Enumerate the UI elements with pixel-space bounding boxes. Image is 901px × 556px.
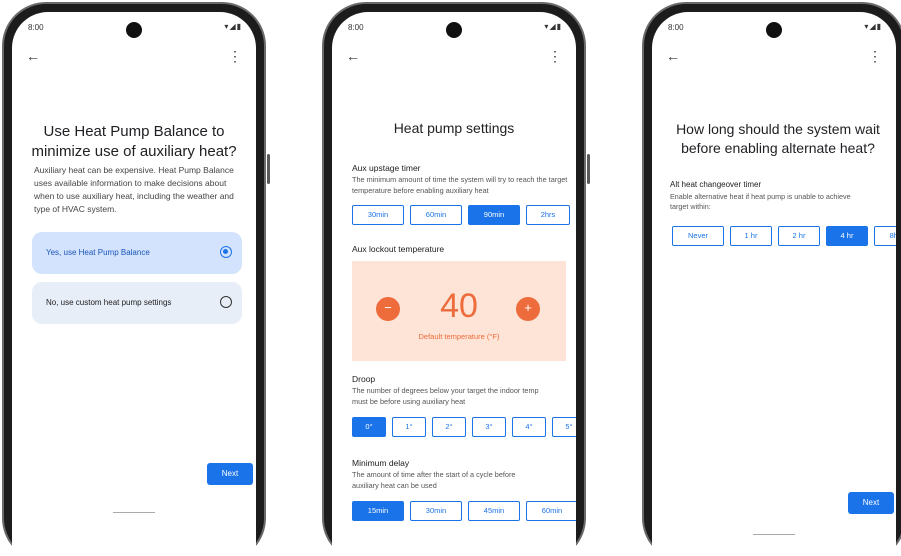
chip-60min[interactable]: 60min — [526, 501, 576, 521]
phone-side-button — [587, 154, 590, 184]
plus-button[interactable]: + — [516, 297, 540, 321]
page-title: Heat pump settings — [393, 120, 515, 136]
min-delay-label: Minimum delay — [352, 458, 410, 468]
option-label: No, use custom heat pump settings — [46, 298, 172, 307]
more-vert-icon[interactable]: ⋮ — [548, 48, 562, 65]
chip-2hrs[interactable]: 2hrs — [526, 205, 570, 225]
aux-upstage-label: Aux upstage timer — [352, 163, 421, 173]
phone-frame-2: 8:00 ▾◢▮ ← ⋮ Heat pump settings Aux upst… — [322, 2, 590, 556]
radio-selected-icon[interactable] — [220, 246, 232, 258]
status-bar: 8:00 ▾◢▮ — [12, 12, 256, 38]
next-button[interactable]: Next — [848, 492, 894, 514]
option-use-heat-pump-balance[interactable]: Yes, use Heat Pump Balance — [32, 232, 242, 274]
chip-3-degrees[interactable]: 3° — [472, 417, 506, 437]
aux-lockout-label: Aux lockout temperature — [352, 244, 445, 254]
chip-1-degree[interactable]: 1° — [392, 417, 426, 437]
status-bar: 8:00 ▾◢▮ — [652, 12, 896, 38]
chip-4-degrees[interactable]: 4° — [512, 417, 546, 437]
stage: 8:00 ▾◢▮ ← ⋮ Use Heat Pump Balance to mi… — [0, 0, 901, 556]
screen-heat-pump-balance: 8:00 ▾◢▮ ← ⋮ Use Heat Pump Balance to mi… — [12, 12, 256, 556]
status-icons: ▾◢▮ — [544, 22, 562, 31]
chip-45min[interactable]: 45min — [468, 501, 520, 521]
status-bar: 8:00 ▾◢▮ — [332, 12, 576, 38]
option-label: Yes, use Heat Pump Balance — [46, 248, 150, 257]
chip-60min[interactable]: 60min — [410, 205, 462, 225]
chip-8hr[interactable]: 8hr — [874, 226, 896, 246]
min-delay-description: The amount of time after the start of a … — [352, 470, 516, 490]
screen-alternate-heat-wait: 8:00 ▾◢▮ ← ⋮ How long should the system … — [652, 12, 896, 556]
min-delay-chips: 15min 30min 45min 60min — [352, 501, 576, 521]
temperature-caption: Default temperature (°F) — [418, 332, 500, 341]
chip-90min[interactable]: 90min — [468, 205, 520, 225]
status-time: 8:00 — [668, 23, 684, 32]
page-title: How long should the system wait before e… — [676, 121, 880, 156]
aux-upstage-description: The minimum amount of time the system wi… — [352, 175, 568, 195]
chip-30min[interactable]: 30min — [410, 501, 462, 521]
chip-2-degrees[interactable]: 2° — [432, 417, 466, 437]
option-custom-settings[interactable]: No, use custom heat pump settings — [32, 282, 242, 324]
changeover-timer-label: Alt heat changeover timer — [670, 180, 762, 189]
phone-frame-3: 8:00 ▾◢▮ ← ⋮ How long should the system … — [642, 2, 901, 556]
page-title: Use Heat Pump Balance to minimize use of… — [31, 123, 237, 160]
back-arrow-icon[interactable]: ← — [666, 48, 680, 64]
chip-never[interactable]: Never — [672, 226, 724, 246]
temperature-control: − 40 + Default temperature (°F) — [352, 261, 566, 361]
status-icons: ▾◢▮ — [864, 22, 882, 31]
status-time: 8:00 — [28, 23, 44, 32]
camera-cutout — [126, 22, 142, 38]
more-vert-icon[interactable]: ⋮ — [868, 48, 882, 65]
back-arrow-icon[interactable]: ← — [26, 48, 40, 64]
next-button[interactable]: Next — [207, 463, 253, 485]
screen-heat-pump-settings: 8:00 ▾◢▮ ← ⋮ Heat pump settings Aux upst… — [332, 12, 576, 556]
chip-2-hr[interactable]: 2 hr — [778, 226, 820, 246]
chip-4-hr[interactable]: 4 hr — [826, 226, 868, 246]
camera-cutout — [446, 22, 462, 38]
chip-0-degrees[interactable]: 0° — [352, 417, 386, 437]
droop-label: Droop — [352, 374, 376, 384]
more-vert-icon[interactable]: ⋮ — [228, 48, 242, 65]
radio-unselected-icon[interactable] — [220, 296, 232, 308]
droop-description: The number of degrees below your target … — [352, 386, 539, 406]
top-app-bar: ← ⋮ — [332, 48, 576, 72]
droop-chips: 0° 1° 2° 3° 4° 5° — [352, 417, 576, 437]
changeover-timer-chips: Never 1 hr 2 hr 4 hr 8hr — [672, 226, 896, 246]
status-time: 8:00 — [348, 23, 364, 32]
home-indicator — [113, 512, 155, 513]
back-arrow-icon[interactable]: ← — [346, 48, 360, 64]
changeover-timer-description: Enable alternative heat if heat pump is … — [670, 192, 851, 211]
camera-cutout — [766, 22, 782, 38]
status-icons: ▾◢▮ — [224, 22, 242, 31]
phone-side-button — [267, 154, 270, 184]
chip-15min[interactable]: 15min — [352, 501, 404, 521]
chip-1-hr[interactable]: 1 hr — [730, 226, 772, 246]
chip-5-degrees[interactable]: 5° — [552, 417, 576, 437]
aux-upstage-chips: 30min 60min 90min 2hrs — [352, 205, 576, 225]
home-indicator — [753, 534, 795, 535]
top-app-bar: ← ⋮ — [652, 48, 896, 72]
top-app-bar: ← ⋮ — [12, 48, 256, 72]
description-text: Auxiliary heat can be expensive. Heat Pu… — [34, 165, 234, 214]
chip-30min[interactable]: 30min — [352, 205, 404, 225]
phone-frame-1: 8:00 ▾◢▮ ← ⋮ Use Heat Pump Balance to mi… — [2, 2, 270, 556]
